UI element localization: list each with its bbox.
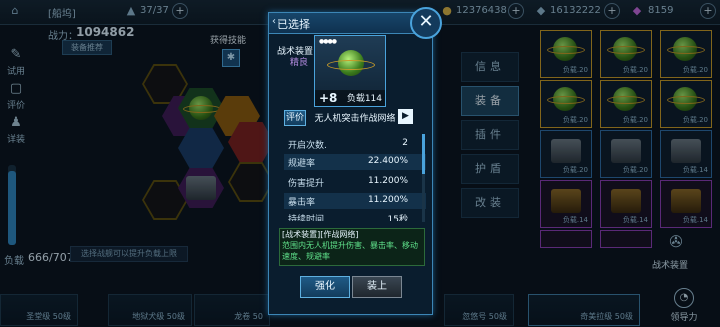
enhance-button[interactable]: 强化 (300, 276, 350, 298)
stat-row: 伤害提升 11.200% (288, 176, 408, 189)
stat-row: 暴击率 11.200% (284, 193, 426, 209)
equip-button[interactable]: 装上 (352, 276, 402, 298)
star-rating: ●●●● (319, 38, 337, 45)
item-quality: 精良 (290, 58, 309, 68)
chevron-left-icon: ‹ (272, 16, 276, 27)
stat-row: 规避率 22.400% (284, 154, 426, 170)
review-button[interactable]: 评价 (284, 110, 306, 126)
item-name: 无人机突击作战网络 (314, 114, 396, 124)
stat-row: 开启次数. 2 (288, 138, 408, 151)
play-icon[interactable]: ▶ (398, 109, 413, 124)
modal-header: ‹ 已选择 (269, 13, 432, 34)
close-button[interactable]: ✕ (410, 7, 442, 39)
load-value: 负载114 (346, 94, 382, 104)
modal-title: 已选择 (277, 18, 310, 31)
description-text: 范围内无人机提升伤害、暴击率、移动速度、规避率 (282, 241, 418, 261)
item-preview: ●●●● +8 负载114 (314, 35, 386, 107)
stat-row: 持续时间 15秒 (288, 215, 408, 221)
stats-scrollbar[interactable] (422, 134, 425, 222)
description-title: [战术装置][作战网络] (282, 230, 359, 239)
enhance-level: +8 (319, 91, 338, 105)
close-icon: ✕ (418, 11, 434, 32)
